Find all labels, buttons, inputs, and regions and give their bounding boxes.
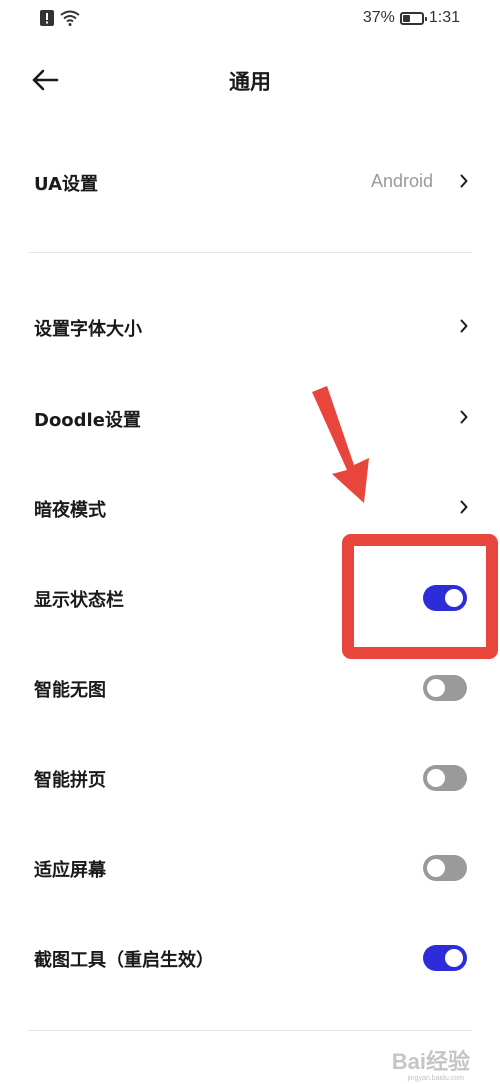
section-divider [28, 252, 472, 253]
battery-percent: 37% [362, 9, 395, 26]
chevron-right-icon [460, 410, 468, 424]
setting-row-show-status-bar: 显示状态栏 [0, 568, 500, 628]
setting-row-dark-mode[interactable]: 暗夜模式 [0, 478, 500, 538]
smart-no-image-toggle[interactable] [423, 675, 467, 701]
section-divider [28, 1030, 472, 1031]
setting-label: 暗夜模式 [34, 500, 106, 521]
chevron-right-icon [460, 319, 468, 333]
status-bar: 37% 1:31 [0, 0, 500, 38]
status-icons-left [40, 10, 80, 26]
show-status-bar-toggle[interactable] [423, 585, 467, 611]
chevron-right-icon [460, 500, 468, 514]
status-icons-right: 37% 1:31 [363, 9, 460, 27]
screenshot-tool-toggle[interactable] [423, 945, 467, 971]
smart-paging-toggle[interactable] [423, 765, 467, 791]
battery-icon [399, 11, 427, 25]
setting-label: 智能拼页 [34, 770, 106, 791]
setting-row-font-size[interactable]: 设置字体大小 [0, 297, 500, 357]
watermark-logo: Bai经验 [392, 1044, 470, 1076]
setting-label: 智能无图 [34, 680, 106, 701]
watermark-brand: Bai经验 [391, 1049, 470, 1074]
chevron-right-icon [460, 174, 468, 188]
toggle-knob [427, 769, 445, 787]
toggle-knob [427, 859, 445, 877]
setting-row-doodle[interactable]: Doodle设置 [0, 388, 500, 448]
page-title: 通用 [229, 70, 271, 94]
battery-fill [402, 14, 410, 22]
toggle-knob [427, 679, 445, 697]
setting-label: 显示状态栏 [34, 590, 124, 611]
clock: 1:31 [428, 9, 460, 26]
watermark-url: jingyan.baidu.com [407, 1075, 464, 1082]
setting-row-smart-no-image: 智能无图 [0, 658, 500, 718]
notification-alert-icon [40, 10, 54, 26]
toggle-knob [445, 949, 463, 967]
setting-value-ua: Android [370, 171, 433, 191]
setting-label: Doodle设置 [34, 410, 141, 431]
fit-screen-toggle[interactable] [423, 855, 467, 881]
toggle-knob [445, 589, 463, 607]
setting-label: 截图工具（重启生效） [34, 950, 214, 971]
app-header: 通用 [0, 52, 500, 108]
setting-label: UA设置 [34, 174, 98, 195]
setting-row-fit-screen: 适应屏幕 [0, 838, 500, 898]
setting-row-smart-paging: 智能拼页 [0, 748, 500, 808]
setting-label: 设置字体大小 [34, 319, 142, 340]
setting-label: 适应屏幕 [34, 860, 106, 881]
wifi-icon [60, 10, 80, 26]
setting-row-screenshot-tool: 截图工具（重启生效） [0, 928, 500, 988]
setting-row-ua[interactable]: UA设置 Android [0, 152, 500, 212]
